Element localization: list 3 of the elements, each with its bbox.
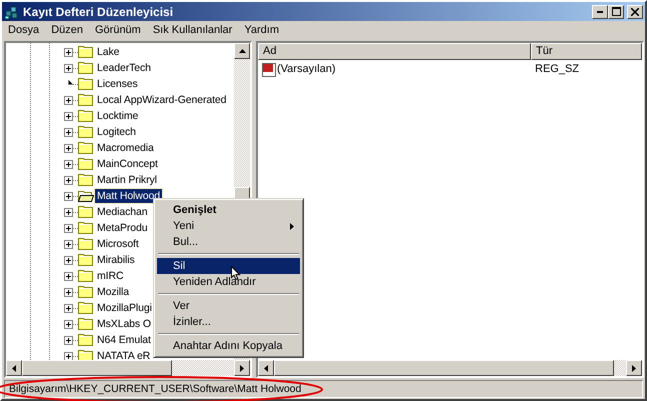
- status-bar-path: Bilgisayarım\HKEY_CURRENT_USER\Software\Matt Holwood: [4, 380, 643, 398]
- value-type: REG_SZ: [534, 62, 580, 78]
- window-title: Kayıt Defteri Düzenleyicisi: [23, 4, 174, 20]
